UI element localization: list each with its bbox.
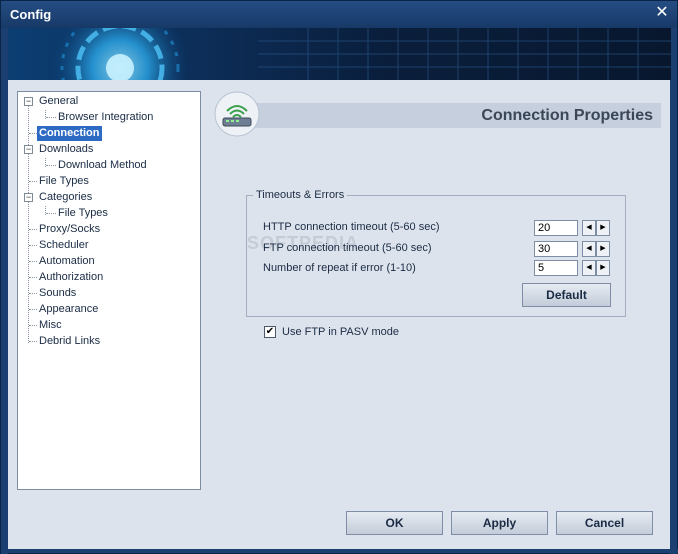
tree-item-misc[interactable]: Misc <box>37 318 64 333</box>
decrement-icon[interactable]: ◀ <box>582 241 596 257</box>
ftp-timeout-spinner: ◀ ▶ <box>534 241 610 257</box>
pasv-checkbox-label[interactable]: Use FTP in PASV mode <box>282 326 399 338</box>
tree-connector <box>29 133 37 134</box>
page-title: Connection Properties <box>481 107 653 124</box>
tree-item-downloads[interactable]: Downloads <box>37 142 95 157</box>
tree-connector <box>29 181 37 182</box>
tree-item-general[interactable]: General <box>37 94 80 109</box>
collapse-icon[interactable]: − <box>24 97 33 106</box>
increment-icon[interactable]: ▶ <box>596 241 610 257</box>
tree-connector <box>29 293 37 294</box>
pasv-checkbox[interactable]: ✔ <box>264 326 276 338</box>
tree-item-connection[interactable]: Connection <box>37 126 102 141</box>
frame-bottom <box>1 549 678 553</box>
tree-item-file-types[interactable]: File Types <box>37 174 91 189</box>
tree-connector <box>28 106 29 343</box>
ftp-timeout-input[interactable] <box>534 241 578 257</box>
collapse-icon[interactable]: − <box>24 145 33 154</box>
tree-item-proxy-socks[interactable]: Proxy/Socks <box>37 222 102 237</box>
tree-connector <box>46 213 56 214</box>
tree-item-automation[interactable]: Automation <box>37 254 97 269</box>
tree-item-authorization[interactable]: Authorization <box>37 270 105 285</box>
settings-tree[interactable]: − − − General Browser Integration Connec… <box>17 91 201 490</box>
apply-button[interactable]: Apply <box>451 511 548 535</box>
section-header: Connection Properties <box>237 103 661 128</box>
repeat-count-label: Number of repeat if error (1-10) <box>263 262 416 274</box>
default-button[interactable]: Default <box>522 283 611 307</box>
ok-button[interactable]: OK <box>346 511 443 535</box>
tree-item-debrid-links[interactable]: Debrid Links <box>37 334 102 349</box>
tree-connector <box>29 325 37 326</box>
tree-connector <box>29 309 37 310</box>
tree-item-appearance[interactable]: Appearance <box>37 302 100 317</box>
http-timeout-spinner: ◀ ▶ <box>534 220 610 236</box>
tree-connector <box>46 117 56 118</box>
tree-connector <box>29 261 37 262</box>
increment-icon[interactable]: ▶ <box>596 260 610 276</box>
tree-item-sounds[interactable]: Sounds <box>37 286 78 301</box>
header-banner <box>8 28 671 80</box>
http-timeout-label: HTTP connection timeout (5-60 sec) <box>263 221 440 233</box>
cancel-button[interactable]: Cancel <box>556 511 653 535</box>
tree-connector <box>29 277 37 278</box>
tree-item-categories-file-types[interactable]: File Types <box>56 206 110 221</box>
tree-connector <box>29 229 37 230</box>
tree-connector <box>29 341 37 342</box>
decrement-icon[interactable]: ◀ <box>582 220 596 236</box>
tree-item-browser-integration[interactable]: Browser Integration <box>56 110 155 125</box>
ftp-timeout-label: FTP connection timeout (5-60 sec) <box>263 242 432 254</box>
collapse-icon[interactable]: − <box>24 193 33 202</box>
repeat-count-spinner: ◀ ▶ <box>534 260 610 276</box>
http-timeout-input[interactable] <box>534 220 578 236</box>
tree-item-categories[interactable]: Categories <box>37 190 94 205</box>
tree-item-download-method[interactable]: Download Method <box>56 158 149 173</box>
banner-graphic <box>50 28 671 80</box>
tree-connector <box>29 245 37 246</box>
repeat-count-input[interactable] <box>534 260 578 276</box>
title-bar[interactable]: Config ✕ <box>1 1 677 28</box>
frame-left <box>1 28 8 554</box>
config-window: Config ✕ − − − General Browser Integrati… <box>0 0 678 554</box>
increment-icon[interactable]: ▶ <box>596 220 610 236</box>
router-icon <box>214 91 260 137</box>
decrement-icon[interactable]: ◀ <box>582 260 596 276</box>
window-title: Config <box>10 7 52 22</box>
frame-right <box>670 28 677 554</box>
timeouts-group-title: Timeouts & Errors <box>253 189 348 201</box>
close-icon[interactable]: ✕ <box>653 4 671 22</box>
tree-connector <box>46 165 56 166</box>
tree-item-scheduler[interactable]: Scheduler <box>37 238 91 253</box>
